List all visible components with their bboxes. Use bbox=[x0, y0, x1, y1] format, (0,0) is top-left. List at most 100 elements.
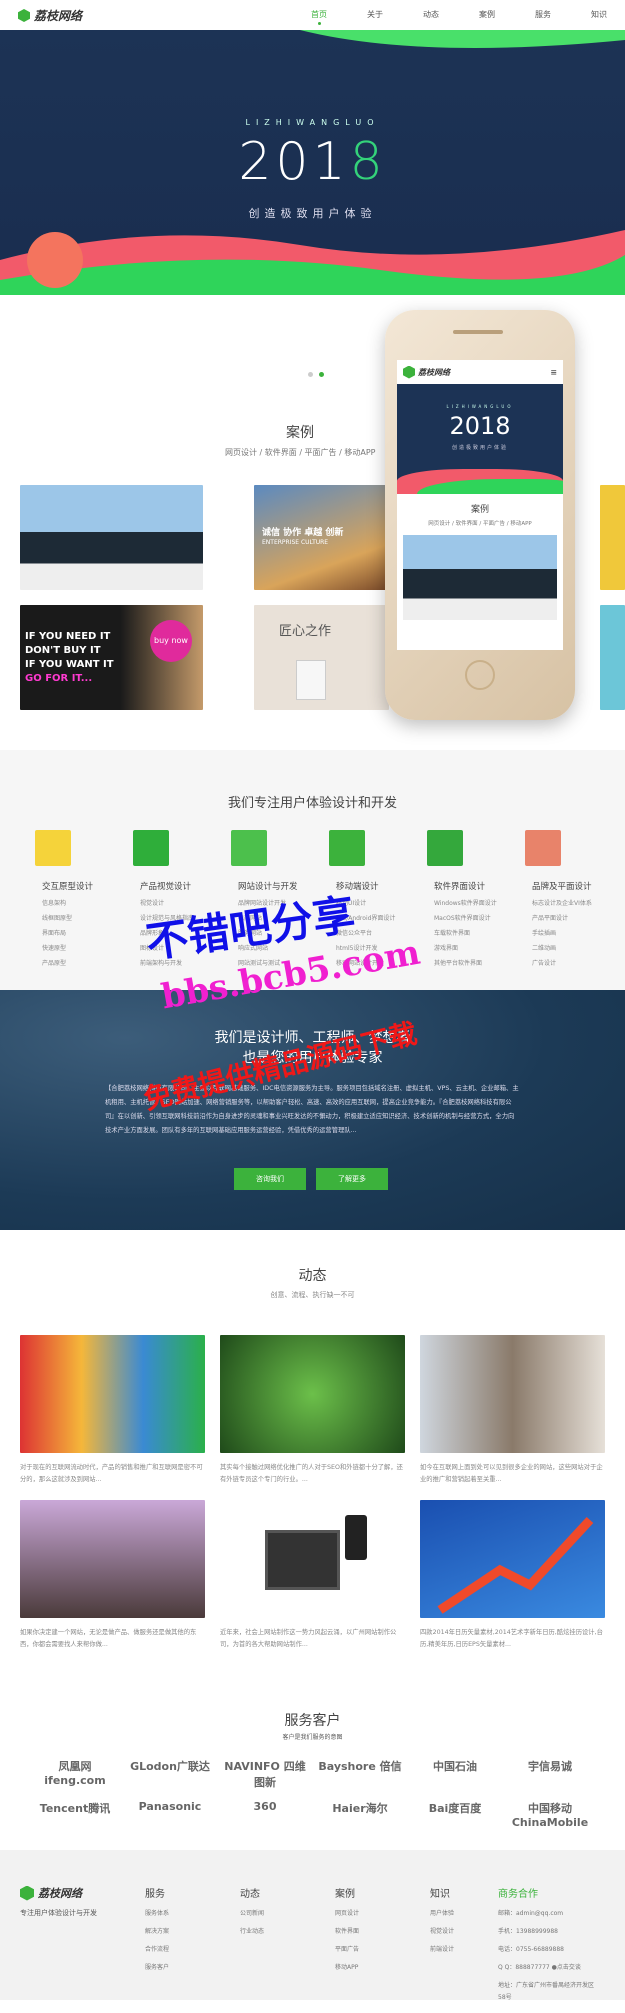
client-logo: Haier海尔 bbox=[332, 1802, 388, 1815]
hero-slogan: 创造极致用户体验 bbox=[248, 207, 377, 220]
carousel-dot-active[interactable] bbox=[319, 372, 324, 377]
footer-tagline: 专注用户体验设计与开发 bbox=[20, 1909, 97, 1917]
service-item[interactable]: 其他平台软件界面 bbox=[434, 958, 507, 967]
nav-about[interactable]: 关于 bbox=[367, 9, 383, 20]
service-item[interactable]: 信息架构 bbox=[42, 898, 115, 907]
service-item[interactable]: 游戏界面 bbox=[434, 943, 507, 952]
case-thumb-poster[interactable]: IF YOU NEED IT DON'T BUY IT IF YOU WANT IT… bbox=[20, 605, 203, 710]
footer-link[interactable]: 解决方案 bbox=[145, 1926, 169, 1935]
phone-mockup: 荔枝网络 ≡ LIZHIWANGLUO 2018 创造极致用户体验 案例 网页设计… bbox=[385, 310, 575, 720]
news-caption[interactable]: 近年来，社会上网站制作这一势力风起云涌，以广州网站制作公司，为首的各大帮助网站制… bbox=[220, 1627, 405, 1651]
news-thumb[interactable] bbox=[20, 1335, 205, 1453]
service-icon bbox=[427, 830, 463, 866]
service-item[interactable]: 界面布局 bbox=[42, 928, 115, 937]
nav-cases[interactable]: 案例 bbox=[479, 9, 495, 20]
service-item[interactable]: 快速原型 bbox=[42, 943, 115, 952]
nav-knowledge[interactable]: 知识 bbox=[591, 9, 607, 20]
phone-home-button bbox=[465, 660, 495, 690]
service-icon bbox=[133, 830, 169, 866]
footer-contact: 商务合作 邮箱：admin@qq.com 手机：13988999988 电话：0… bbox=[498, 1885, 598, 2013]
service-name: 软件界面设计 bbox=[434, 882, 486, 892]
news-caption[interactable]: 如果你决定建一个网站，无论是做产品、做服务还是做其他的东西，你都会需要找人来帮你… bbox=[20, 1627, 205, 1651]
footer-link[interactable]: 合作流程 bbox=[145, 1944, 169, 1953]
contact-mobile: 手机：13988999988 bbox=[498, 1928, 558, 1935]
case-thumb-yellow[interactable] bbox=[600, 485, 625, 590]
footer-link[interactable]: 软件界面 bbox=[335, 1926, 359, 1935]
footer-link[interactable]: 移动APP bbox=[335, 1962, 359, 1971]
case-thumb-cyan[interactable] bbox=[600, 605, 625, 710]
service-name: 交互原型设计 bbox=[42, 882, 94, 892]
news-caption[interactable]: 其实每个接触过网络优化推广的人对于SEO和外链都十分了解，还有外链专员这个专门的… bbox=[220, 1462, 405, 1486]
footer-logo[interactable]: 荔枝网络 bbox=[20, 1885, 82, 1901]
clients-title: 服务客户 bbox=[284, 1713, 341, 1729]
nav-news[interactable]: 动态 bbox=[423, 9, 439, 20]
footer-col: 知识用户体验视觉设计前端设计 bbox=[430, 1885, 454, 1962]
client-logo: 凤凰网 ifeng.com bbox=[44, 1760, 106, 1787]
footer-link[interactable]: 服务客户 bbox=[145, 1962, 169, 1971]
service-card[interactable]: 交互原型设计信息架构线框图原型界面布局快速原型产品原型 bbox=[20, 830, 115, 967]
service-item[interactable]: 线框图原型 bbox=[42, 913, 115, 922]
news-caption[interactable]: 对于现在的互联网流动时代，产品的销售和推广和互联网是密不可分的，那么这就涉及到网… bbox=[20, 1462, 205, 1486]
footer-link[interactable]: 平面广告 bbox=[335, 1944, 359, 1953]
services-title: 我们专注用户体验设计和开发 bbox=[227, 796, 397, 811]
client-logo: Bayshore 倍信 bbox=[318, 1760, 402, 1773]
nav-home[interactable]: 首页 bbox=[311, 9, 327, 25]
case-thumb-product[interactable]: 匠心之作 bbox=[254, 605, 389, 710]
logo[interactable]: 荔枝网络 bbox=[18, 7, 82, 24]
news-caption[interactable]: 四款2014年日历矢量素材,2014艺术字新年日历,酷炫挂历设计,台历,精美年历… bbox=[420, 1627, 605, 1651]
service-item[interactable]: 手绘插画 bbox=[532, 928, 605, 937]
nav-services[interactable]: 服务 bbox=[535, 9, 551, 20]
news-thumb[interactable] bbox=[220, 1500, 405, 1618]
carousel-dots[interactable] bbox=[308, 372, 324, 377]
client-logo: 宇信易诚 bbox=[528, 1760, 572, 1773]
service-card[interactable]: 软件界面设计 Windows软件界面设计 MacOS软件界面设计 车载软件界面 游戏界面… bbox=[412, 830, 507, 967]
service-icon bbox=[329, 830, 365, 866]
footer-col: 服务服务体系解决方案合作流程服务客户 bbox=[145, 1885, 169, 1980]
service-item[interactable]: 车载软件界面 bbox=[434, 928, 507, 937]
service-item[interactable]: 二维动画 bbox=[532, 943, 605, 952]
carousel-dot[interactable] bbox=[308, 372, 313, 377]
hero-subtitle: LIZHIWANGLUO bbox=[245, 118, 380, 127]
footer-link[interactable]: 服务体系 bbox=[145, 1908, 169, 1917]
footer-link[interactable]: 用户体验 bbox=[430, 1908, 454, 1917]
case-thumb-ship[interactable] bbox=[20, 485, 203, 590]
client-logo: 中国移动 ChinaMobile bbox=[511, 1802, 589, 1829]
service-card[interactable]: 品牌及平面设计标志设计及企业VI体系 产品平面设计 手绘插画二维动画广告设计 bbox=[510, 830, 605, 967]
service-icon bbox=[231, 830, 267, 866]
footer-link[interactable]: 前端设计 bbox=[430, 1944, 454, 1953]
client-logo: 360 bbox=[253, 1800, 277, 1813]
qq-chat-button[interactable]: 点击交谈 bbox=[557, 1964, 581, 1971]
news-thumb[interactable] bbox=[220, 1335, 405, 1453]
header: 荔枝网络 首页 关于 动态 案例 服务 知识 bbox=[0, 0, 625, 30]
client-logo: Panasonic bbox=[138, 1800, 202, 1813]
footer-link[interactable]: 公司新闻 bbox=[240, 1908, 264, 1917]
service-item[interactable]: 产品原型 bbox=[42, 958, 115, 967]
contact-address: 地址：广东省广州市番禺经济开发区58号 bbox=[498, 1982, 595, 2001]
service-item[interactable]: MacOS软件界面设计 bbox=[434, 913, 507, 922]
logo-icon bbox=[18, 9, 30, 22]
news-thumb[interactable] bbox=[420, 1500, 605, 1618]
footer-col-title: 知识 bbox=[430, 1889, 450, 1900]
news-thumb[interactable] bbox=[420, 1335, 605, 1453]
service-name: 品牌及平面设计 bbox=[532, 882, 592, 892]
service-item[interactable]: 广告设计 bbox=[532, 958, 605, 967]
footer-link[interactable]: 视觉设计 bbox=[430, 1926, 454, 1935]
footer-link[interactable]: 网页设计 bbox=[335, 1908, 359, 1917]
contact-us-button[interactable]: 咨询我们 bbox=[234, 1168, 306, 1190]
footer-col-title: 服务 bbox=[145, 1889, 165, 1900]
service-item[interactable]: 产品平面设计 bbox=[532, 913, 605, 922]
contact-tel: 电话：0755-66889888 bbox=[498, 1946, 564, 1953]
footer: 荔枝网络 专注用户体验设计与开发 服务 服务体系 解决方案 合作流程 服务客户 动态 公司新… bbox=[0, 1850, 625, 2001]
clients-subtitle: 客户是我们服务的意图 bbox=[282, 1734, 343, 1741]
hero-banner: LIZHIWANGLUO 2018 创造极致用户体验 bbox=[0, 30, 625, 295]
service-icon bbox=[35, 830, 71, 866]
news-thumb[interactable] bbox=[20, 1500, 205, 1618]
cases-filters[interactable]: 网页设计 / 软件界面 / 平面广告 / 移动APP bbox=[225, 447, 375, 458]
footer-link[interactable]: 行业动态 bbox=[240, 1926, 264, 1935]
service-item[interactable]: Windows软件界面设计 bbox=[434, 898, 507, 907]
news-caption[interactable]: 如今在互联网上面到处可以见到很多企业的网站，这些网站对于企业的推广和营销起着至关… bbox=[420, 1462, 605, 1486]
learn-more-button[interactable]: 了解更多 bbox=[316, 1168, 388, 1190]
contact-email: 邮箱：admin@qq.com bbox=[498, 1910, 564, 1917]
case-thumb-sail[interactable]: 诚信 协作 卓越 创新 ENTERPRISE CULTURE bbox=[254, 485, 389, 590]
service-item[interactable]: 标志设计及企业VI体系 bbox=[532, 898, 605, 907]
